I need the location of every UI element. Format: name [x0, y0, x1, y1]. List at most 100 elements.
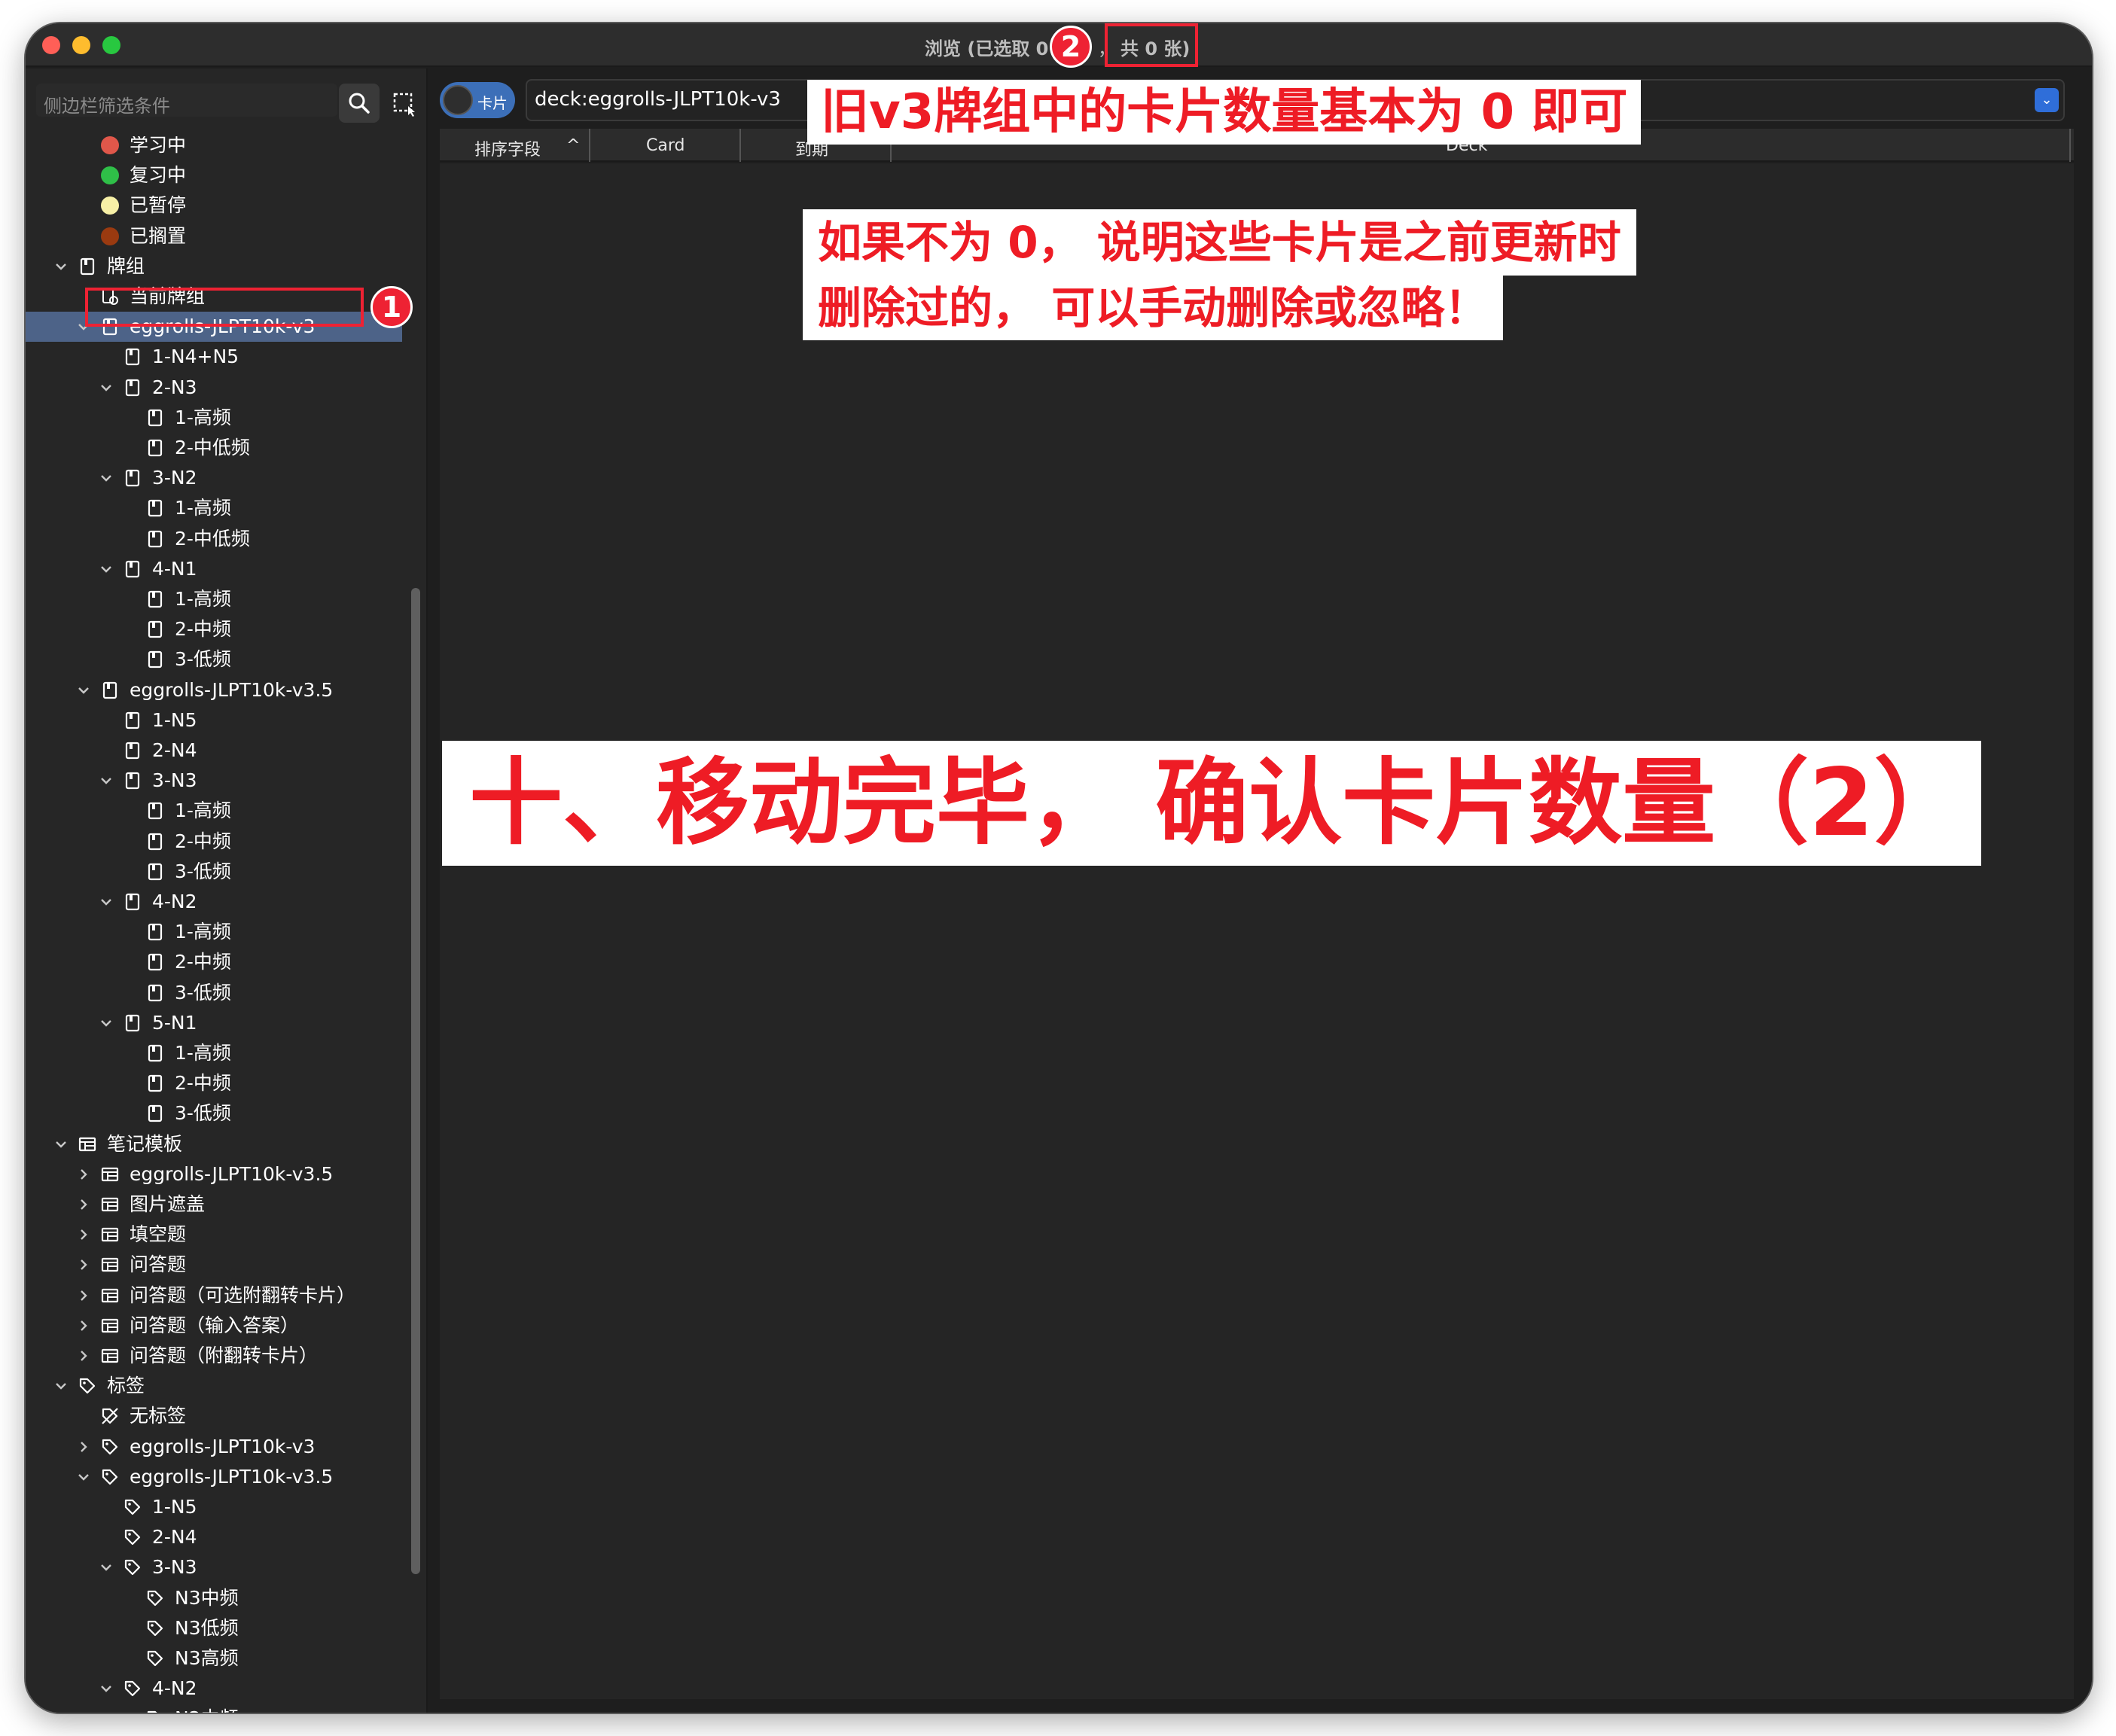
chevron-right-icon[interactable] [75, 1194, 92, 1215]
sidebar-row[interactable]: 5-N1 [26, 1008, 402, 1038]
tag-icon [146, 1649, 164, 1667]
toggle-knob [443, 85, 473, 115]
sidebar-row-label: N3高频 [175, 1647, 239, 1669]
sidebar-row[interactable]: 填空题 [26, 1220, 402, 1250]
sidebar-row[interactable]: 2-中低频 [26, 433, 402, 463]
chevron-down-icon[interactable] [98, 1013, 114, 1034]
chevron-right-icon[interactable] [75, 1315, 92, 1336]
sidebar-row[interactable]: N2中频 [26, 1704, 402, 1713]
chevron-right-icon[interactable] [75, 1224, 92, 1245]
sidebar-row-label: 4-N2 [152, 1677, 197, 1700]
sidebar-row[interactable]: 2-N3 [26, 373, 402, 403]
chevron-down-icon[interactable] [53, 1375, 69, 1396]
sidebar-filter-input[interactable]: 侧边栏筛选条件 [36, 84, 337, 117]
sidebar-row-label: 1-高频 [175, 406, 231, 428]
chevron-right-icon[interactable] [75, 1345, 92, 1366]
sidebar-row[interactable]: 4-N1 [26, 554, 402, 584]
sidebar-row[interactable]: 1-N5 [26, 1492, 402, 1522]
chevron-right-icon[interactable] [75, 1164, 92, 1185]
sidebar-row[interactable]: eggrolls-JLPT10k-v3.5 [26, 1159, 402, 1189]
sidebar-row-label: 3-低频 [175, 860, 231, 882]
sidebar-row[interactable]: eggrolls-JLPT10k-v3.5 [26, 675, 402, 705]
chevron-down-icon[interactable] [98, 891, 114, 912]
sidebar-row[interactable]: 笔记模板 [26, 1129, 402, 1159]
column-card[interactable]: Card [590, 129, 741, 162]
chevron-right-icon[interactable] [75, 1285, 92, 1306]
sidebar-row[interactable]: 已搁置 [26, 221, 402, 251]
zoom-window-button[interactable] [102, 36, 120, 54]
sidebar-row[interactable]: 3-N3 [26, 766, 402, 796]
sidebar-row-label: 1-高频 [175, 921, 231, 943]
sidebar-row[interactable]: 标签 [26, 1371, 402, 1401]
sidebar-row[interactable]: 3-N2 [26, 463, 402, 493]
sidebar-row[interactable]: 1-高频 [26, 917, 402, 947]
sidebar-row[interactable]: 学习中 [26, 136, 402, 160]
sidebar-row[interactable]: 问答题 [26, 1250, 402, 1280]
minimize-window-button[interactable] [72, 36, 90, 54]
sidebar-row[interactable]: eggrolls-JLPT10k-v3.5 [26, 1462, 402, 1492]
tag-icon [101, 1438, 119, 1456]
sidebar-row[interactable]: 3-N3 [26, 1552, 402, 1582]
sidebar-row[interactable]: 无标签 [26, 1401, 402, 1431]
chevron-down-icon[interactable] [98, 770, 114, 791]
sidebar-row[interactable]: 3-低频 [26, 978, 402, 1008]
sidebar-row[interactable]: 1-N5 [26, 705, 402, 736]
sidebar-row[interactable]: 问答题（可选附翻转卡片） [26, 1281, 402, 1311]
sidebar-row[interactable]: 2-中频 [26, 947, 402, 977]
sidebar-row-label: 1-N5 [152, 708, 197, 731]
sidebar-row[interactable]: N3高频 [26, 1643, 402, 1674]
toggle-label: 卡片 [477, 94, 508, 112]
sidebar-row[interactable]: N3低频 [26, 1613, 402, 1643]
sidebar-row-label: 1-高频 [175, 1042, 231, 1064]
sidebar-row[interactable]: 3-低频 [26, 644, 402, 675]
sidebar-row[interactable]: 已暂停 [26, 190, 402, 221]
sidebar-row[interactable]: N3中频 [26, 1583, 402, 1613]
sidebar-row[interactable]: 3-低频 [26, 1098, 402, 1128]
sidebar-row[interactable]: 2-中频 [26, 614, 402, 644]
chevron-down-icon[interactable] [98, 468, 114, 489]
close-window-button[interactable] [42, 36, 60, 54]
sidebar-row-label: N2中频 [175, 1707, 239, 1713]
sidebar-row[interactable]: 2-中低频 [26, 524, 402, 554]
sidebar-row-label: 已搁置 [130, 224, 187, 247]
sidebar-row[interactable]: 问答题（输入答案） [26, 1311, 402, 1341]
chevron-down-icon[interactable] [75, 680, 92, 701]
chevron-down-icon[interactable] [75, 1466, 92, 1488]
sidebar-row[interactable]: 1-高频 [26, 1038, 402, 1068]
chevron-down-icon[interactable] [98, 1678, 114, 1699]
cards-notes-toggle[interactable]: 卡片 [440, 82, 515, 118]
sidebar-row[interactable]: 复习中 [26, 160, 402, 190]
sidebar-row[interactable]: 2-N4 [26, 736, 402, 766]
sidebar-row[interactable]: 1-高频 [26, 584, 402, 614]
status-dot-icon [101, 196, 119, 215]
sidebar-row[interactable]: 1-高频 [26, 796, 402, 826]
note-type-icon [101, 1347, 119, 1365]
sidebar-row[interactable]: 4-N2 [26, 1674, 402, 1704]
search-history-dropdown[interactable]: ⌄ [2035, 88, 2059, 112]
sidebar-row[interactable]: 2-中频 [26, 1068, 402, 1098]
sidebar-row[interactable]: 1-N4+N5 [26, 342, 402, 372]
chevron-down-icon[interactable] [53, 256, 69, 277]
sidebar-row[interactable]: 1-高频 [26, 403, 402, 433]
sidebar-row[interactable]: 1-高频 [26, 493, 402, 523]
chevron-right-icon[interactable] [75, 1436, 92, 1457]
deck-icon [146, 650, 164, 669]
sidebar-row[interactable]: 4-N2 [26, 887, 402, 917]
sidebar-row[interactable]: 图片遮盖 [26, 1189, 402, 1220]
column-sort-field[interactable]: 排序字段 ^ [440, 129, 590, 162]
chevron-down-icon[interactable] [98, 1557, 114, 1578]
sidebar-row[interactable]: 3-低频 [26, 857, 402, 887]
sidebar-select-mode-button[interactable] [386, 84, 423, 123]
chevron-right-icon[interactable] [75, 1254, 92, 1275]
sidebar-scrollbar[interactable] [411, 588, 420, 1574]
sidebar-row[interactable]: eggrolls-JLPT10k-v3 [26, 1432, 402, 1462]
chevron-down-icon[interactable] [53, 1134, 69, 1155]
annotation-box-selected-deck [85, 288, 364, 327]
sidebar-row[interactable]: 问答题（附翻转卡片） [26, 1341, 402, 1371]
chevron-down-icon[interactable] [98, 377, 114, 398]
sidebar-row[interactable]: 牌组 [26, 251, 402, 282]
sidebar-row[interactable]: 2-N4 [26, 1522, 402, 1552]
sidebar-search-button[interactable] [339, 84, 380, 123]
sidebar-row[interactable]: 2-中频 [26, 827, 402, 857]
chevron-down-icon[interactable] [98, 559, 114, 580]
